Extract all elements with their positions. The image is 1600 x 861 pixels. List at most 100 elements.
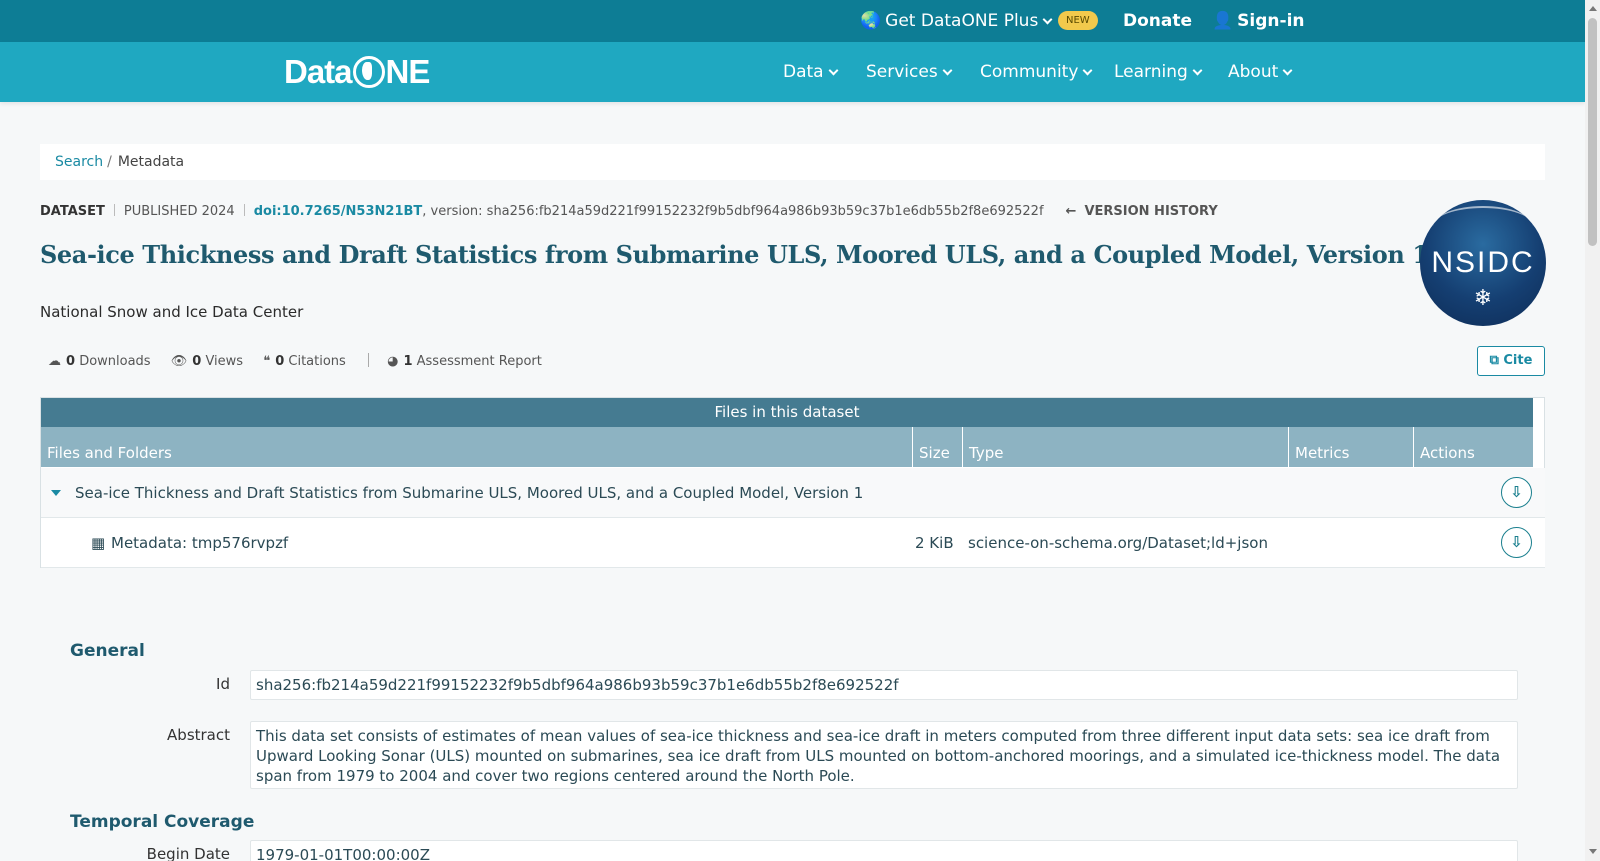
id-value: sha256:fb214a59d221f99152232f9b5dbf964a9… (250, 670, 1518, 700)
table-icon: ▦ (91, 534, 106, 552)
cloud-download-icon: ⇩ (1510, 483, 1523, 501)
col-metrics: Metrics (1289, 427, 1414, 467)
globe-icon: 🌏 (860, 11, 882, 31)
scroll-up-arrow-icon[interactable] (1589, 6, 1597, 11)
nav-community-label: Community (980, 62, 1079, 82)
divider (243, 204, 245, 216)
dataset-meta-line: DATASET PUBLISHED 2024 doi:10.7265/N53N21B… (40, 204, 1218, 220)
chevron-down-icon (1192, 65, 1203, 76)
user-icon: 👤 (1212, 11, 1234, 31)
chevron-down-icon (1042, 14, 1053, 25)
temporal-coverage-heading: Temporal Coverage (70, 812, 255, 832)
views-metric[interactable]: 👁 0 Views (171, 354, 243, 369)
breadcrumb-separator: / (107, 154, 112, 170)
files-table-header: Files and Folders Size Type Metrics Acti… (41, 427, 1533, 467)
divider (367, 353, 369, 367)
cite-button[interactable]: ⧉ Cite (1477, 346, 1545, 376)
chevron-down-icon (942, 65, 953, 76)
breadcrumb-current: Metadata (117, 154, 185, 170)
nav-about[interactable]: About (1228, 42, 1293, 102)
dataone-logo[interactable]: Data NE (284, 53, 431, 91)
logo-text-end: NE (385, 53, 431, 90)
nav-about-label: About (1228, 62, 1279, 82)
doi-link[interactable]: doi:10.7265/N53N21BT (254, 204, 423, 219)
col-files-and-folders: Files and Folders (41, 427, 913, 467)
views-label: Views (205, 354, 244, 369)
col-actions: Actions (1420, 444, 1475, 462)
file-size: 2 KiB (915, 534, 954, 552)
version-history-label: VERSION HISTORY (1084, 204, 1218, 219)
eye-icon: 👁 (170, 354, 188, 369)
page-scrollbar[interactable] (1585, 0, 1600, 861)
sign-in-label: Sign-in (1237, 11, 1305, 31)
col-type: Type (963, 427, 1289, 467)
nsidc-logo-text: NSIDC (1431, 246, 1535, 279)
assessment-label: Assessment Report (416, 354, 542, 369)
nav-services-label: Services (866, 62, 938, 82)
citations-label: Citations (288, 354, 346, 369)
abstract-label: Abstract (167, 726, 230, 744)
collapse-caret-icon[interactable] (51, 468, 61, 518)
dataset-title: Sea-ice Thickness and Draft Statistics f… (40, 240, 1429, 269)
views-count: 0 (192, 354, 202, 369)
citations-metric[interactable]: ❝ 0 Citations (263, 354, 346, 369)
dataset-metrics: ☁ 0 Downloads 👁 0 Views ❝ 0 Citations ◕ 1 As… (48, 353, 558, 369)
snowflake-icon: ❄ (1473, 286, 1493, 311)
logo-text: Data (284, 53, 353, 90)
scroll-down-arrow-icon[interactable] (1589, 849, 1597, 854)
chevron-down-icon (1282, 65, 1293, 76)
sign-in-link[interactable]: 👤 Sign-in (1212, 0, 1305, 42)
folder-name[interactable]: Sea-ice Thickness and Draft Statistics f… (75, 468, 863, 518)
divider (113, 204, 115, 216)
dataset-type: DATASET (40, 204, 105, 219)
nav-data[interactable]: Data (783, 42, 839, 102)
nav-learning-label: Learning (1114, 62, 1188, 82)
nav-community[interactable]: Community (980, 42, 1093, 102)
nav-data-label: Data (783, 62, 824, 82)
table-row: Sea-ice Thickness and Draft Statistics f… (41, 468, 1545, 518)
downloads-label: Downloads (79, 354, 151, 369)
nav-services[interactable]: Services (866, 42, 953, 102)
assessment-count: 1 (403, 354, 413, 369)
chevron-down-icon (1082, 65, 1093, 76)
nsidc-logo: NSIDC ❄ (1420, 200, 1546, 326)
dashboard-icon: ◕ (387, 354, 399, 369)
breadcrumb-search-link[interactable]: Search (55, 154, 103, 170)
general-heading: General (70, 641, 145, 661)
file-type: science-on-schema.org/Dataset;ld+json (968, 534, 1268, 552)
id-label: Id (216, 675, 230, 693)
new-badge: NEW (1058, 11, 1098, 30)
published-year: PUBLISHED 2024 (123, 204, 235, 219)
nsidc-rays (1433, 206, 1533, 246)
abstract-value: This data set consists of estimates of m… (250, 721, 1518, 789)
donate-link[interactable]: Donate (1123, 0, 1192, 42)
quote-icon: ❝ (263, 354, 271, 369)
assessment-report-link[interactable]: ◕ 1 Assessment Report (387, 354, 542, 369)
files-table: Files in this dataset Files and Folders … (40, 397, 1545, 568)
globe-logo-icon (352, 56, 385, 88)
citations-count: 0 (275, 354, 285, 369)
cloud-download-icon: ☁ (48, 354, 61, 369)
main-navbar: Data NE Data Services Community Learning … (0, 42, 1585, 102)
copy-icon: ⧉ (1489, 353, 1499, 368)
get-dataone-plus-label: Get DataONE Plus (885, 11, 1039, 31)
version-history-link[interactable]: ← VERSION HISTORY (1066, 204, 1218, 219)
utility-bar: 🌏 Get DataONE Plus NEW Donate 👤 Sign-in (0, 0, 1585, 42)
downloads-count: 0 (66, 354, 76, 369)
download-folder-button[interactable]: ⇩ (1501, 477, 1532, 508)
begin-date-label: Begin Date (146, 845, 230, 861)
dataset-organization: National Snow and Ice Data Center (40, 303, 304, 321)
download-file-button[interactable]: ⇩ (1501, 527, 1532, 558)
version-id: , version: sha256:fb214a59d221f99152232f… (422, 204, 1044, 219)
arrow-left-icon: ← (1065, 204, 1077, 219)
nav-learning[interactable]: Learning (1114, 42, 1203, 102)
scrollbar-thumb[interactable] (1588, 18, 1597, 246)
col-size: Size (913, 427, 963, 467)
get-dataone-plus-menu[interactable]: 🌏 Get DataONE Plus (860, 0, 1053, 42)
downloads-metric[interactable]: ☁ 0 Downloads (48, 354, 151, 369)
cloud-download-icon: ⇩ (1510, 533, 1523, 551)
file-name[interactable]: Metadata: tmp576rvpzf (111, 518, 288, 568)
files-caption: Files in this dataset (41, 398, 1533, 427)
breadcrumb: Search / Metadata (40, 144, 1545, 180)
cite-label: Cite (1503, 353, 1533, 368)
